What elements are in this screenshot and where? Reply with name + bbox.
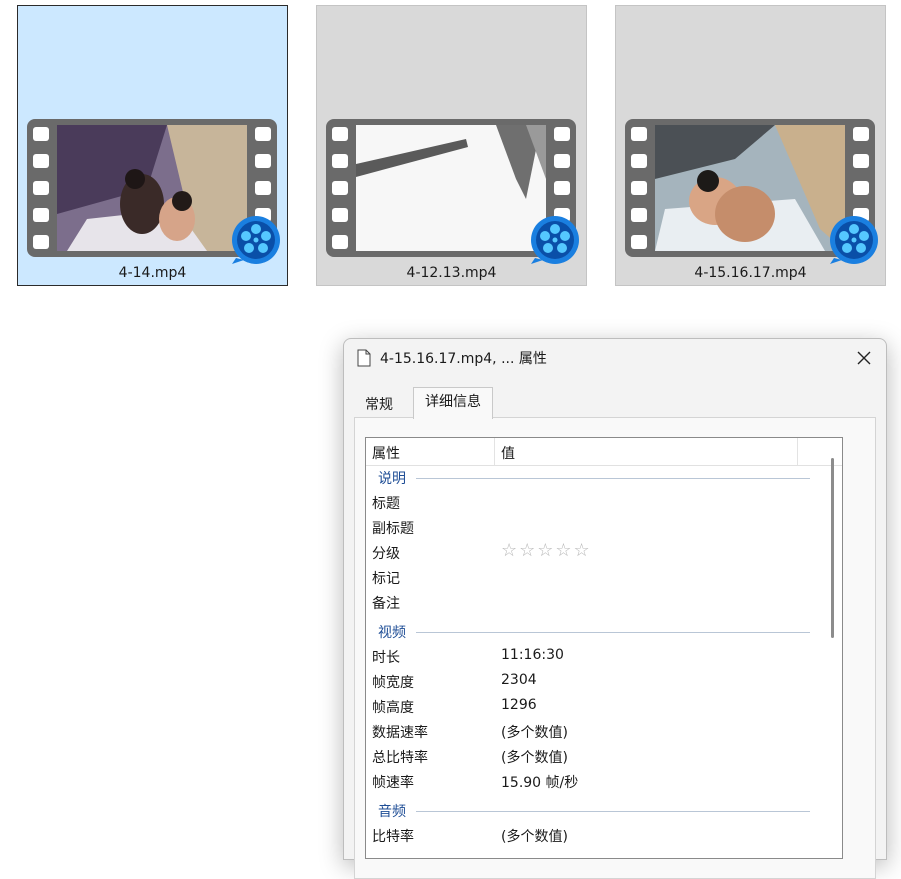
group-header-audio: 音频 bbox=[366, 801, 810, 821]
group-title: 视频 bbox=[378, 622, 410, 642]
property-row-rating[interactable]: 分级 ☆☆☆☆☆ bbox=[366, 540, 810, 565]
property-row-title[interactable]: 标题 bbox=[366, 490, 810, 515]
file-name: 4-12.13.mp4 bbox=[406, 265, 497, 281]
property-row-audio-bitrate[interactable]: 比特率 (多个数值) bbox=[366, 823, 810, 848]
property-row-frame-width[interactable]: 帧宽度 2304 bbox=[366, 669, 810, 694]
property-row-subtitle[interactable]: 副标题 bbox=[366, 515, 810, 540]
property-value: (多个数值) bbox=[501, 750, 568, 766]
column-header-value[interactable]: 值 bbox=[501, 443, 515, 463]
property-key: 帧速率 bbox=[372, 775, 414, 791]
column-divider[interactable] bbox=[494, 438, 495, 465]
dialog-title: 4-15.16.17.mp4, ... 属性 bbox=[380, 351, 547, 367]
video-player-icon bbox=[830, 216, 878, 264]
file-name: 4-15.16.17.mp4 bbox=[694, 265, 807, 281]
column-header-property[interactable]: 属性 bbox=[372, 443, 400, 463]
group-header-video: 视频 bbox=[366, 622, 810, 642]
property-value: (多个数值) bbox=[501, 829, 568, 845]
video-player-icon bbox=[531, 216, 579, 264]
property-key: 备注 bbox=[372, 596, 400, 612]
property-value: 1296 bbox=[501, 697, 537, 713]
property-key: 分级 bbox=[372, 546, 400, 562]
group-title: 说明 bbox=[378, 468, 410, 488]
property-key: 帧宽度 bbox=[372, 675, 414, 691]
property-key: 数据速率 bbox=[372, 725, 428, 741]
file-tile-4-12-13[interactable]: 4-12.13.mp4 bbox=[316, 5, 587, 286]
tab-general[interactable]: 常规 bbox=[355, 393, 403, 417]
property-value: 15.90 帧/秒 bbox=[501, 775, 579, 791]
property-key: 副标题 bbox=[372, 521, 414, 537]
property-key: 帧高度 bbox=[372, 700, 414, 716]
group-title: 音频 bbox=[378, 801, 410, 821]
tab-details[interactable]: 详细信息 bbox=[413, 387, 493, 419]
video-player-icon bbox=[232, 216, 280, 264]
property-row-data-rate[interactable]: 数据速率 (多个数值) bbox=[366, 719, 810, 744]
property-key: 比特率 bbox=[372, 829, 414, 845]
property-row-duration[interactable]: 时长 11:16:30 bbox=[366, 644, 810, 669]
close-icon bbox=[857, 351, 871, 365]
property-row-frame-height[interactable]: 帧高度 1296 bbox=[366, 694, 810, 719]
close-button[interactable] bbox=[850, 345, 878, 371]
rating-stars[interactable]: ☆☆☆☆☆ bbox=[501, 540, 592, 561]
vertical-scrollbar[interactable] bbox=[831, 458, 834, 638]
properties-dialog: 4-15.16.17.mp4, ... 属性 常规 详细信息 属性 值 说明 标… bbox=[343, 338, 887, 879]
list-header: 属性 值 bbox=[366, 438, 842, 466]
document-icon bbox=[357, 349, 371, 367]
property-row-comments[interactable]: 备注 bbox=[366, 590, 810, 615]
file-tile-4-15-16-17[interactable]: 4-15.16.17.mp4 bbox=[615, 5, 886, 286]
file-name: 4-14.mp4 bbox=[118, 265, 187, 281]
property-key: 总比特率 bbox=[372, 750, 428, 766]
property-list[interactable]: 属性 值 说明 标题 副标题 分级 ☆☆☆☆☆ 标记 备注 视频 时长 11:1… bbox=[365, 437, 843, 859]
property-value: (多个数值) bbox=[501, 725, 568, 741]
column-divider[interactable] bbox=[797, 438, 798, 465]
group-header-description: 说明 bbox=[366, 468, 810, 488]
property-row-frame-rate[interactable]: 帧速率 15.90 帧/秒 bbox=[366, 769, 810, 794]
group-divider bbox=[416, 632, 810, 633]
property-row-total-bitrate[interactable]: 总比特率 (多个数值) bbox=[366, 744, 810, 769]
dialog-titlebar[interactable]: 4-15.16.17.mp4, ... 属性 bbox=[344, 339, 886, 377]
file-tile-4-14[interactable]: 4-14.mp4 bbox=[17, 5, 288, 286]
group-divider bbox=[416, 478, 810, 479]
property-key: 标记 bbox=[372, 571, 400, 587]
group-divider bbox=[416, 811, 810, 812]
property-row-tags[interactable]: 标记 bbox=[366, 565, 810, 590]
property-key: 时长 bbox=[372, 650, 400, 666]
property-value: 2304 bbox=[501, 672, 537, 688]
property-key: 标题 bbox=[372, 496, 400, 512]
property-value: 11:16:30 bbox=[501, 647, 564, 663]
